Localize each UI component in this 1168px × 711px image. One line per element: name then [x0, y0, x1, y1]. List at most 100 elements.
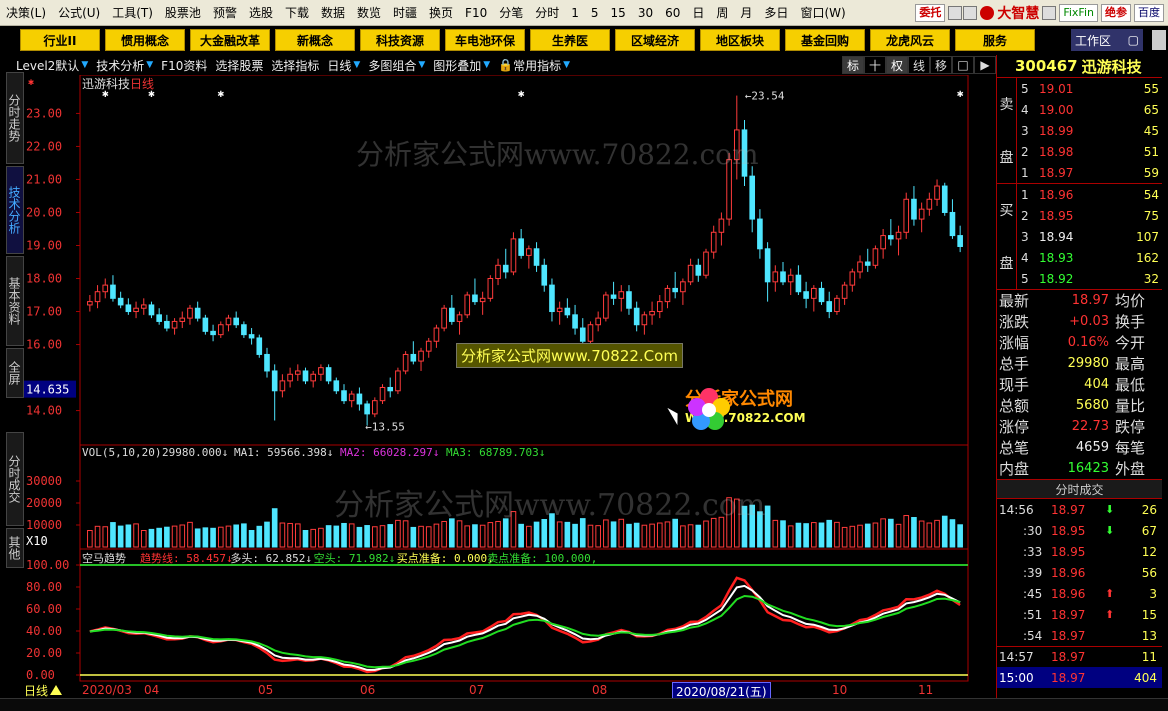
- rights-toggle[interactable]: 权: [886, 56, 908, 74]
- candle-body: [818, 287, 825, 303]
- ticks-list: 14:56 18.97 ⬇ 26 :30 18.95 ⬇ 67 :33 18.95 12 :39…: [997, 499, 1162, 688]
- tab-basic-info[interactable]: 基本资料: [6, 256, 24, 346]
- mark-toggle[interactable]: 标: [842, 56, 864, 74]
- tab-other[interactable]: 其他: [6, 528, 24, 568]
- volume-bar: [918, 520, 925, 548]
- menu-item[interactable]: 周: [710, 4, 734, 21]
- ask-row[interactable]: 4 19.00 65: [997, 99, 1162, 120]
- bid-row[interactable]: 4 18.93 162: [997, 247, 1162, 268]
- volume-bar: [464, 525, 471, 548]
- price-tick-label: 14.00: [26, 404, 62, 418]
- sector-button[interactable]: 行业II: [20, 29, 100, 51]
- menu-item[interactable]: 决策(L): [0, 4, 52, 21]
- menu-item[interactable]: 选股: [243, 4, 279, 21]
- menu-item[interactable]: 股票池: [159, 4, 207, 21]
- candle-body: [857, 261, 863, 273]
- candle-body: [472, 294, 478, 303]
- crosshair-toggle[interactable]: 十: [864, 56, 886, 74]
- bid-row[interactable]: 5 18.92 32: [997, 268, 1162, 289]
- tab-intraday[interactable]: 分时走势: [6, 72, 24, 164]
- scrollbar[interactable]: [1152, 30, 1166, 50]
- chart-area[interactable]: 23.00 22.00 21.00 20.00 19.00 18.00 17.00 16.00…: [24, 75, 996, 685]
- line-toggle[interactable]: 线: [908, 56, 930, 74]
- period-indicator[interactable]: 日线: [24, 682, 82, 699]
- sector-button[interactable]: 惯用概念: [105, 29, 185, 51]
- select-stock-button[interactable]: 选择股票: [211, 57, 267, 74]
- level2-dropdown[interactable]: Level2默认 ▼: [12, 57, 92, 74]
- tab-intraday-deals[interactable]: 分时成交: [6, 432, 24, 526]
- volume-value: 29980.000↓: [162, 446, 228, 459]
- volume-bar: [695, 524, 702, 548]
- candle-body: [541, 264, 548, 286]
- window-toggle[interactable]: □: [952, 56, 974, 74]
- play-toggle[interactable]: ▶: [974, 56, 996, 74]
- candle-body: [849, 271, 856, 286]
- tab-tech-analysis[interactable]: 技术分析: [6, 166, 24, 254]
- menu-item[interactable]: 数览: [351, 4, 387, 21]
- sector-button[interactable]: 车电池环保: [445, 29, 525, 51]
- sector-button[interactable]: 服务: [955, 29, 1035, 51]
- sector-button[interactable]: 生养医: [530, 29, 610, 51]
- period-dropdown[interactable]: 日线 ▼: [323, 57, 364, 74]
- volume-bar: [418, 525, 424, 548]
- multi-chart-dropdown[interactable]: 多图组合 ▼: [364, 57, 429, 74]
- dropdown-arrow-icon: ▼: [353, 60, 361, 70]
- bid-row[interactable]: 2 18.95 75: [997, 205, 1162, 226]
- tech-analysis-dropdown[interactable]: 技术分析 ▼: [92, 57, 157, 74]
- select-indicator-button[interactable]: 选择指标: [267, 57, 323, 74]
- menu-item[interactable]: 月: [734, 4, 758, 21]
- close-icon[interactable]: ▢: [1128, 33, 1139, 47]
- menu-item[interactable]: 多日: [758, 4, 794, 21]
- menu-item[interactable]: 工具(T): [106, 4, 159, 21]
- workarea-button[interactable]: 工作区 ▢: [1071, 29, 1143, 51]
- sector-button[interactable]: 科技资源: [360, 29, 440, 51]
- candle-body: [148, 304, 155, 316]
- sector-button[interactable]: 大金融改革: [190, 29, 270, 51]
- menu-item[interactable]: 5: [585, 6, 605, 20]
- entrust-button[interactable]: 委托: [915, 3, 946, 22]
- baidu-button[interactable]: 百度: [1134, 3, 1164, 22]
- overlay-dropdown[interactable]: 图形叠加 ▼: [429, 57, 494, 74]
- ask-row[interactable]: 3 18.99 45: [997, 120, 1162, 141]
- fixfin-button[interactable]: FixFin: [1059, 3, 1098, 22]
- volume-bar: [356, 526, 363, 548]
- menu-item[interactable]: 30: [632, 6, 659, 20]
- sector-button[interactable]: 基金回购: [785, 29, 865, 51]
- tab-fullscreen[interactable]: 全屏: [6, 348, 24, 398]
- juecan-button[interactable]: 绝参: [1101, 3, 1131, 22]
- move-toggle[interactable]: 移: [930, 56, 952, 74]
- ticks-title[interactable]: 分时成交: [997, 479, 1162, 499]
- sector-button[interactable]: 新概念: [275, 29, 355, 51]
- menu-item[interactable]: 时疆: [387, 4, 423, 21]
- volume-bar: [664, 521, 671, 548]
- sector-button[interactable]: 龙虎风云: [870, 29, 950, 51]
- menu-item[interactable]: 分笔: [493, 4, 529, 21]
- tick-row: :54 18.97 13: [1023, 628, 1157, 643]
- ask-row[interactable]: 1 18.97 59: [997, 162, 1162, 183]
- menu-item[interactable]: F10: [459, 6, 493, 20]
- f10-button[interactable]: F10资料: [157, 57, 211, 74]
- menu-item[interactable]: 1: [565, 6, 585, 20]
- tick-row-selected[interactable]: 15:00 18.97 404: [997, 667, 1162, 688]
- menu-item[interactable]: 60: [659, 6, 686, 20]
- bid-row[interactable]: 3 18.94 107: [997, 226, 1162, 247]
- menu-item[interactable]: 数据: [315, 4, 351, 21]
- sector-button[interactable]: 区域经济: [615, 29, 695, 51]
- menu-item[interactable]: 15: [605, 6, 632, 20]
- common-indicator-dropdown[interactable]: 🔒 常用指标 ▼: [494, 57, 574, 74]
- menu-item[interactable]: 下载: [279, 4, 315, 21]
- volume-bar: [425, 526, 432, 548]
- menu-item[interactable]: 分时: [529, 4, 565, 21]
- menu-item[interactable]: 公式(U): [52, 4, 106, 21]
- ask-row[interactable]: 5 19.01 55: [997, 78, 1162, 99]
- menu-item[interactable]: 日: [686, 4, 710, 21]
- menu-item[interactable]: 窗口(W): [794, 4, 851, 21]
- stats-block: 最新 18.97 均价 涨跌 +0.03 换手 涨幅 0.16% 今开 总手 29980 最高 …: [997, 289, 1162, 479]
- candle-body: [695, 264, 702, 276]
- bid-row[interactable]: 1 18.96 54: [997, 184, 1162, 205]
- sector-button[interactable]: 地区板块: [700, 29, 780, 51]
- volume-bar: [379, 525, 386, 548]
- menu-item[interactable]: 换页: [423, 4, 459, 21]
- menu-item[interactable]: 预警: [207, 4, 243, 21]
- ask-row[interactable]: 2 18.98 51: [997, 141, 1162, 162]
